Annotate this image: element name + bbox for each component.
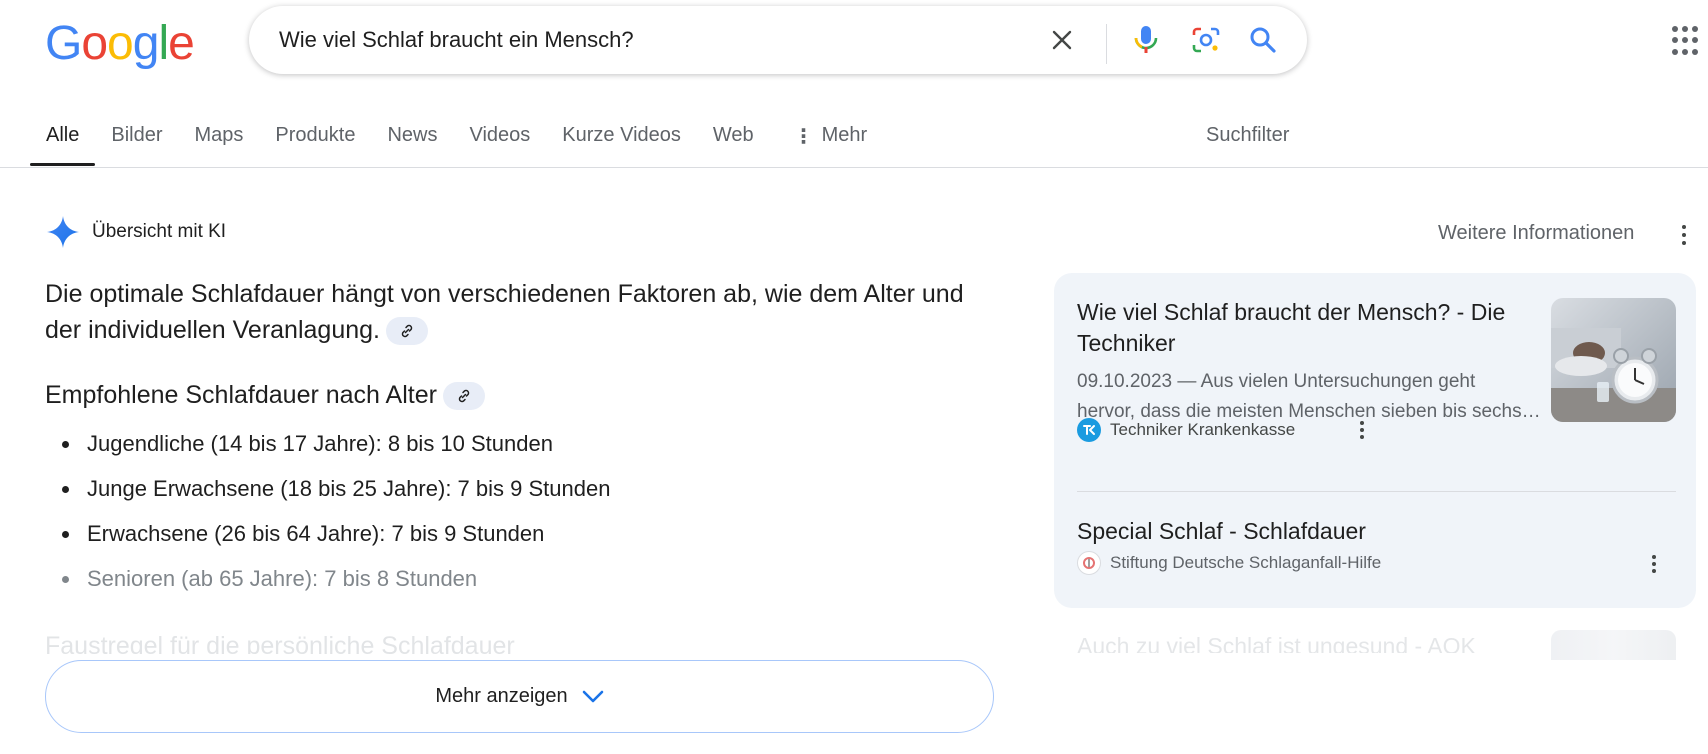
section-heading: Empfohlene Schlafdauer nach Alter: [45, 377, 485, 413]
logo-letter: g: [132, 17, 160, 70]
list-item: Jugendliche (14 bis 17 Jahre): 8 bis 10 …: [62, 430, 610, 475]
more-info-link[interactable]: Weitere Informationen: [1438, 222, 1634, 245]
ai-intro-paragraph: Die optimale Schlafdauer hängt von versc…: [45, 276, 1005, 348]
faded-source-thumbnail[interactable]: [1551, 630, 1676, 660]
more-vert-icon: ⋮: [793, 126, 814, 148]
tab-all[interactable]: Alle: [30, 114, 96, 168]
search-filter-button[interactable]: Suchfilter: [1206, 124, 1289, 147]
tab-label: Videos: [469, 124, 531, 146]
ai-overview-title: Übersicht mit KI: [92, 221, 227, 242]
logo-letter: e: [168, 17, 195, 70]
source-site[interactable]: Techniker Krankenkasse: [1077, 418, 1295, 442]
snippet-line: 09.10.2023 — Aus vielen Untersuchungen g…: [1077, 371, 1476, 392]
search-input[interactable]: [279, 6, 1039, 74]
search-box: [249, 6, 1307, 74]
link-icon: [458, 390, 470, 403]
tab-label: Mehr: [821, 124, 868, 146]
list-item: Erwachsene (26 bis 64 Jahre): 7 bis 9 St…: [62, 520, 610, 565]
tab-products[interactable]: Produkte: [259, 114, 371, 168]
tab-label: Produkte: [275, 124, 356, 146]
ai-overview-menu-icon[interactable]: [1680, 225, 1688, 245]
tab-web[interactable]: Web: [697, 114, 770, 168]
tabs-divider: [0, 167, 1708, 168]
close-icon: [1052, 30, 1072, 50]
clear-button[interactable]: [1042, 20, 1082, 60]
logo-letter: o: [107, 17, 134, 70]
citation-link-chip[interactable]: [442, 382, 485, 411]
logo-letter: G: [45, 17, 82, 70]
search-submit-button[interactable]: [1243, 20, 1283, 60]
source-site[interactable]: Stiftung Deutsche Schlaganfall-Hilfe: [1077, 551, 1381, 575]
tab-news[interactable]: News: [371, 114, 453, 168]
tab-images[interactable]: Bilder: [95, 114, 178, 168]
tab-label: Bilder: [111, 124, 163, 146]
source-title-link[interactable]: Special Schlaf - Schlafdauer: [1077, 516, 1366, 547]
sleep-duration-list: Jugendliche (14 bis 17 Jahre): 8 bis 10 …: [62, 430, 610, 610]
faded-source-title[interactable]: Auch zu viel Schlaf ist ungesund - AOK: [1077, 631, 1476, 653]
list-item: Junge Erwachsene (18 bis 25 Jahre): 7 bi…: [62, 475, 610, 520]
tab-short-videos[interactable]: Kurze Videos: [546, 114, 697, 168]
tab-label: News: [387, 124, 438, 146]
source-menu-icon[interactable]: [1359, 421, 1365, 439]
section-heading-text: Empfohlene Schlafdauer nach Alter: [45, 381, 437, 409]
tab-more[interactable]: ⋮ Mehr: [778, 114, 884, 168]
logo-letter: l: [158, 17, 169, 70]
ai-overview-header: Übersicht mit KI: [46, 215, 226, 249]
chevron-down-icon: [582, 690, 603, 702]
lens-search-button[interactable]: [1186, 20, 1226, 60]
sleeping-person-alarm-clock-image: [1551, 298, 1676, 422]
search-tabs: Alle Bilder Maps Produkte News Videos Ku…: [30, 114, 883, 168]
search-divider: [1106, 24, 1107, 64]
microphone-icon: [1134, 26, 1158, 53]
tab-label: Alle: [46, 124, 80, 146]
voice-search-button[interactable]: [1126, 20, 1166, 60]
google-logo[interactable]: Google: [45, 16, 195, 72]
tab-label: Kurze Videos: [562, 124, 681, 146]
show-more-label: Mehr anzeigen: [435, 685, 568, 707]
citation-link-chip[interactable]: [385, 317, 428, 346]
source-divider: [1077, 491, 1676, 492]
source-site-name: Stiftung Deutsche Schlaganfall-Hilfe: [1110, 553, 1382, 572]
source-menu-icon[interactable]: [1651, 555, 1657, 573]
schlaganfall-hilfe-favicon-icon: [1077, 551, 1101, 575]
tab-maps[interactable]: Maps: [179, 114, 260, 168]
link-icon: [401, 325, 413, 338]
techniker-favicon-icon: [1077, 418, 1101, 442]
show-more-button[interactable]: Mehr anzeigen: [45, 660, 994, 733]
source-site-name: Techniker Krankenkasse: [1110, 420, 1296, 439]
source-title-link[interactable]: Wie viel Schlaf braucht der Mensch? - Di…: [1077, 297, 1537, 359]
tab-label: Web: [712, 124, 754, 146]
list-item: Senioren (ab 65 Jahre): 7 bis 8 Stunden: [62, 565, 610, 610]
ai-intro-text: Die optimale Schlafdauer hängt von versc…: [45, 280, 964, 344]
sources-panel: Wie viel Schlaf braucht der Mensch? - Di…: [1054, 273, 1696, 608]
ai-sparkle-icon: [47, 216, 79, 248]
faded-next-heading: Faustregel für die persönliche Schlafdau…: [45, 632, 515, 654]
source-thumbnail[interactable]: [1551, 298, 1676, 422]
tab-videos[interactable]: Videos: [453, 114, 546, 168]
logo-letter: o: [81, 17, 108, 70]
camera-lens-icon: [1192, 27, 1220, 53]
search-icon: [1250, 27, 1276, 53]
tab-label: Maps: [194, 124, 244, 146]
apps-grid-icon[interactable]: [1672, 26, 1702, 56]
